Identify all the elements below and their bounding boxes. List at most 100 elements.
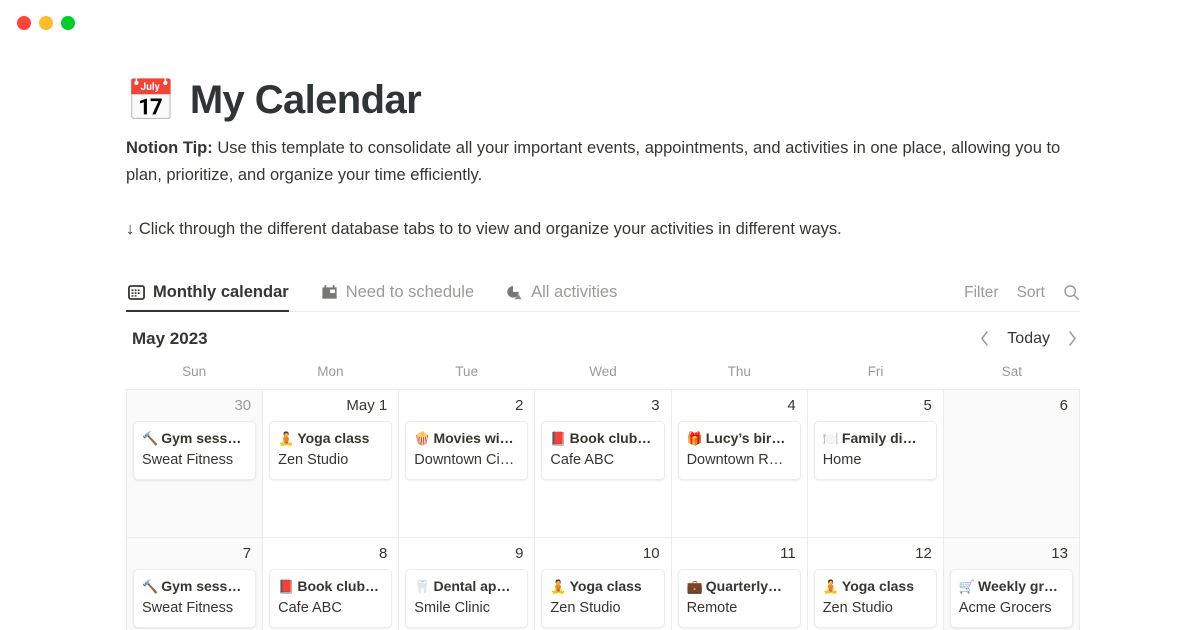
calendar-event-card[interactable]: 🛒 Weekly gr… Acme Grocers — [949, 568, 1073, 629]
tab-all-activities-label: All activities — [531, 282, 618, 301]
tab-monthly-calendar[interactable]: Monthly calendar — [126, 282, 303, 312]
day-number: 5 — [923, 396, 932, 414]
event-title-text: Book club… — [297, 577, 379, 594]
event-title: 📕 Book club… — [278, 576, 383, 597]
database-tab-bar: Monthly calendar Need to schedule All ac… — [126, 276, 1080, 312]
event-location: Sweat Fitness — [142, 452, 234, 469]
weekday-label-sun: Sun — [182, 363, 207, 379]
calendar-day-cell[interactable]: 7 🔨 Gym sess… Sweat Fitness — [127, 537, 264, 630]
pie-shapes-icon — [507, 285, 522, 300]
event-location: Downtown R… — [686, 452, 784, 469]
calendar-day-cell[interactable]: 8 📕 Book club… Cafe ABC — [263, 537, 400, 630]
weekday-label-thu: Thu — [727, 363, 751, 379]
calendar-header: May 2023 Today — [126, 312, 1080, 364]
calendar-day-cell[interactable]: 30 🔨 Gym sess… Sweat Fitness — [127, 389, 264, 538]
event-title: 🦷 Dental ap… — [414, 576, 519, 597]
tab-need-to-schedule[interactable]: Need to schedule — [319, 283, 488, 311]
close-window-button[interactable] — [17, 16, 31, 30]
day-number: 8 — [378, 544, 388, 562]
event-title: 🧘 Yoga class — [278, 428, 383, 449]
day-number: 2 — [515, 396, 524, 414]
event-location: Sweat Fitness — [142, 600, 234, 617]
calendar-solid-icon — [322, 284, 337, 299]
calendar-event-card[interactable]: 📕 Book club… Cafe ABC — [269, 568, 393, 629]
calendar-event-card[interactable]: 🧘 Yoga class Zen Studio — [813, 568, 937, 629]
view-toolbar: Filter Sort — [964, 284, 1080, 311]
calendar-day-cell[interactable]: 12 🧘 Yoga class Zen Studio — [807, 537, 944, 630]
event-emoji-icon: 🍿 — [414, 430, 431, 446]
event-title: 🍿 Movies wi… — [414, 428, 519, 449]
calendar-event-card[interactable]: 🍽️ Family di… Home — [813, 420, 937, 481]
event-emoji-icon: 💼 — [686, 578, 703, 594]
minimize-window-button[interactable] — [39, 16, 53, 30]
weekday-label-tue: Tue — [455, 363, 479, 379]
day-number: 11 — [780, 544, 796, 562]
day-number: 6 — [1059, 396, 1068, 414]
event-title-text: Movies wi… — [433, 429, 514, 446]
calendar-navigation: Today — [979, 330, 1078, 348]
calendar-day-cell[interactable]: 4 🎁 Lucy’s bir… Downtown R… — [671, 389, 808, 538]
event-title-text: Lucy’s bir… — [705, 429, 786, 446]
event-title-text: Quarterly… — [705, 577, 782, 594]
calendar-grid: 30 🔨 Gym sess… Sweat Fitness May 1 🧘 Yoga clas… — [126, 388, 1080, 630]
event-title: 🔨 Gym sess… — [142, 576, 247, 597]
calendar-day-cell[interactable]: 3 📕 Book club… Cafe ABC — [535, 389, 672, 538]
tab-monthly-calendar-label: Monthly calendar — [153, 282, 289, 301]
calendar-grid-icon — [128, 284, 145, 300]
calendar-event-card[interactable]: 🎁 Lucy’s bir… Downtown R… — [677, 420, 801, 481]
zoom-window-button[interactable] — [61, 16, 75, 30]
page-title: My Calendar — [189, 78, 422, 122]
page-content: 📅 My Calendar Notion Tip: Use this templ… — [0, 78, 1200, 630]
event-emoji-icon: 🧘 — [278, 430, 295, 446]
event-title: 💼 Quarterly… — [687, 576, 792, 597]
page-title-row: 📅 My Calendar — [126, 78, 1080, 123]
event-title-text: Dental ap… — [433, 577, 511, 594]
day-number: 4 — [787, 396, 796, 414]
event-emoji-icon: 📕 — [550, 430, 567, 446]
calendar-day-cell[interactable]: 2 🍿 Movies wi… Downtown Ci… — [399, 389, 536, 538]
calendar-day-cell[interactable]: 6 — [943, 389, 1080, 538]
tabs-hint-text: ↓ Click through the different database t… — [126, 220, 842, 239]
calendar-event-card[interactable]: 🍿 Movies wi… Downtown Ci… — [405, 420, 529, 481]
calendar-day-cell[interactable]: 13 🛒 Weekly gr… Acme Grocers — [943, 537, 1080, 630]
calendar-day-cell[interactable]: 10 🧘 Yoga class Zen Studio — [535, 537, 672, 630]
day-number: 30 — [234, 396, 252, 414]
event-title: 📕 Book club… — [550, 428, 655, 449]
weekday-label-mon: Mon — [317, 363, 344, 379]
event-emoji-icon: 🔨 — [142, 578, 159, 594]
event-location: Zen Studio — [550, 600, 621, 617]
event-title: 🧘 Yoga class — [550, 576, 655, 597]
calendar-event-card[interactable]: 🔨 Gym sess… Sweat Fitness — [133, 568, 257, 629]
calendar-event-card[interactable]: 🦷 Dental ap… Smile Clinic — [405, 568, 529, 629]
event-title-text: Family di… — [841, 429, 917, 446]
event-title: 🎁 Lucy’s bir… — [687, 428, 792, 449]
event-emoji-icon: 🧘 — [550, 578, 567, 594]
window-titlebar — [0, 0, 1200, 46]
event-title-text: Gym sess… — [161, 577, 242, 594]
event-title-text: Yoga class — [297, 429, 370, 446]
calendar-day-cell[interactable]: 9 🦷 Dental ap… Smile Clinic — [399, 537, 536, 630]
chevron-left-icon[interactable] — [979, 330, 990, 347]
day-number: 3 — [651, 396, 660, 414]
calendar-event-card[interactable]: 💼 Quarterly… Remote — [677, 568, 801, 629]
event-title-text: Weekly gr… — [978, 577, 1058, 594]
tab-all-activities[interactable]: All activities — [504, 283, 631, 311]
calendar-day-cell[interactable]: 11 💼 Quarterly… Remote — [671, 537, 808, 630]
calendar-event-card[interactable]: 🔨 Gym sess… Sweat Fitness — [133, 420, 257, 481]
calendar-day-cell[interactable]: May 1 🧘 Yoga class Zen Studio — [263, 389, 400, 538]
calendar-event-card[interactable]: 🧘 Yoga class Zen Studio — [269, 420, 393, 481]
event-location: Smile Clinic — [414, 600, 491, 617]
calendar-event-card[interactable]: 🧘 Yoga class Zen Studio — [541, 568, 665, 629]
sort-button[interactable]: Sort — [1017, 284, 1045, 302]
event-location: Remote — [686, 600, 738, 617]
calendar-day-cell[interactable]: 5 🍽️ Family di… Home — [807, 389, 944, 538]
day-number: 10 — [642, 544, 660, 562]
event-title-text: Book club… — [569, 429, 652, 446]
chevron-right-icon[interactable] — [1067, 330, 1078, 347]
event-emoji-icon: 🛒 — [958, 578, 976, 594]
filter-button[interactable]: Filter — [964, 284, 998, 302]
day-number: 9 — [515, 544, 524, 562]
search-icon[interactable] — [1063, 284, 1080, 301]
today-button[interactable]: Today — [1007, 330, 1050, 348]
calendar-event-card[interactable]: 📕 Book club… Cafe ABC — [541, 420, 665, 481]
